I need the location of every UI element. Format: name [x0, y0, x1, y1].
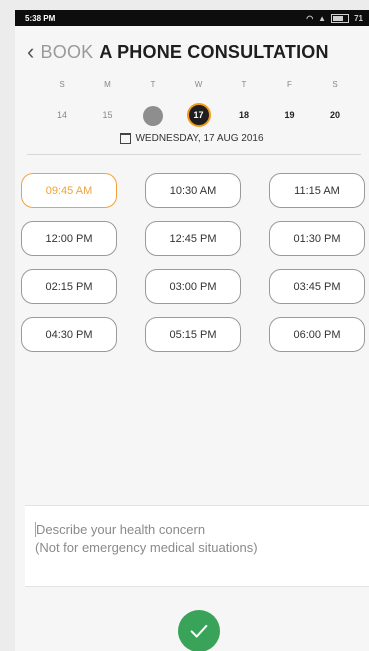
weekday-label: F	[287, 80, 292, 89]
date-17-selected[interactable]: 17	[185, 103, 213, 128]
phone-screen: 5:38 PM ◠ ▲ 71 ‹ BOOK A PHONE CONSULTATI…	[15, 10, 369, 651]
time-slot[interactable]: 05:15 PM	[145, 317, 241, 352]
weekday-label: S	[59, 80, 65, 89]
concern-placeholder-line2: (Not for emergency medical situations)	[35, 540, 258, 555]
check-icon	[190, 624, 208, 638]
date-19[interactable]: 19	[276, 103, 304, 127]
time-slot[interactable]: 01:30 PM	[269, 221, 365, 256]
selected-day: 17	[186, 103, 211, 128]
date-14[interactable]: 14	[48, 103, 76, 127]
time-slot-grid: 09:45 AM 10:30 AM 11:15 AM 12:00 PM 12:4…	[15, 155, 369, 352]
date-15[interactable]: 15	[94, 103, 122, 127]
time-slot[interactable]: 03:45 PM	[269, 269, 365, 304]
weekday-label: M	[104, 80, 111, 89]
chevron-left-icon[interactable]: ‹	[27, 39, 35, 65]
date-18[interactable]: 18	[230, 103, 258, 127]
status-time: 5:38 PM	[25, 13, 56, 23]
weekday-label: S	[332, 80, 338, 89]
weekday-row: S M T W T F S	[15, 78, 369, 89]
time-slot[interactable]: 06:00 PM	[269, 317, 365, 352]
time-slot-selected[interactable]: 09:45 AM	[21, 173, 117, 208]
time-slot[interactable]: 12:45 PM	[145, 221, 241, 256]
health-concern-input[interactable]: Describe your health concern (Not for em…	[25, 505, 369, 587]
weekday-label: T	[241, 80, 247, 89]
weekday-label: W	[194, 80, 203, 89]
page-title-prefix: BOOK	[40, 41, 94, 62]
date-today[interactable]	[139, 103, 167, 127]
date-row: 14 15 17 18 19 20	[15, 103, 369, 128]
time-slot[interactable]: 11:15 AM	[269, 173, 365, 208]
submit-button[interactable]	[178, 610, 220, 651]
battery-icon	[331, 13, 350, 23]
today-marker	[143, 105, 163, 126]
time-slot[interactable]: 03:00 PM	[145, 269, 241, 304]
page-header: ‹ BOOK A PHONE CONSULTATION	[15, 26, 369, 78]
status-bar: 5:38 PM ◠ ▲ 71	[15, 10, 369, 26]
time-slot[interactable]: 12:00 PM	[21, 221, 117, 256]
calendar-icon	[120, 133, 132, 144]
selected-date-text: WEDNESDAY, 17 AUG 2016	[135, 133, 264, 144]
battery-level: 71	[354, 13, 363, 23]
time-slot[interactable]: 04:30 PM	[21, 317, 117, 352]
page-title: A PHONE CONSULTATION	[99, 41, 329, 62]
signal-icon: ▲	[318, 13, 327, 23]
status-icons: ◠ ▲ 71	[306, 13, 363, 23]
concern-placeholder-line1: Describe your health concern	[36, 522, 206, 537]
time-slot[interactable]: 02:15 PM	[21, 269, 117, 304]
weekday-label: T	[150, 80, 156, 89]
time-slot[interactable]: 10:30 AM	[145, 173, 241, 208]
date-20[interactable]: 20	[321, 103, 349, 127]
wifi-icon: ◠	[306, 13, 314, 23]
selected-date-line: WEDNESDAY, 17 AUG 2016	[15, 133, 369, 144]
